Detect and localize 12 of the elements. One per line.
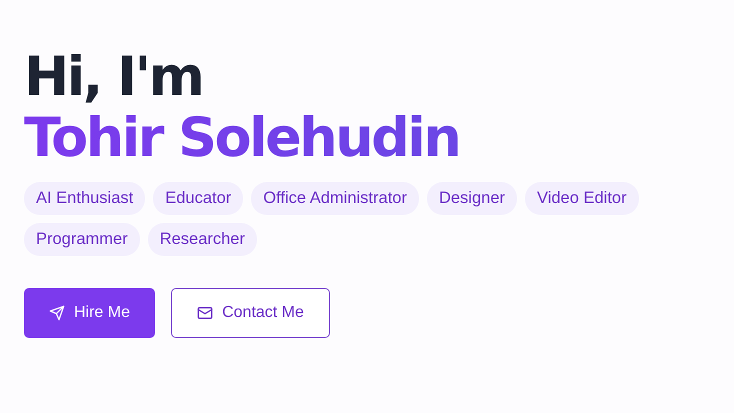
contact-me-button[interactable]: Contact Me [171, 288, 330, 338]
envelope-icon [197, 305, 214, 321]
greeting-heading: Hi, I'm [24, 46, 202, 107]
skill-tag: AI Enthusiast [24, 182, 146, 215]
skill-tag: Designer [426, 182, 517, 215]
skill-tag: Video Editor [525, 182, 639, 215]
skill-tag: Programmer [24, 223, 140, 256]
hire-me-button[interactable]: Hire Me [24, 288, 155, 338]
send-icon [48, 305, 65, 321]
skill-tag: Office Administrator [251, 182, 419, 215]
skill-tag: Educator [153, 182, 244, 215]
skill-tag: Researcher [148, 223, 257, 256]
